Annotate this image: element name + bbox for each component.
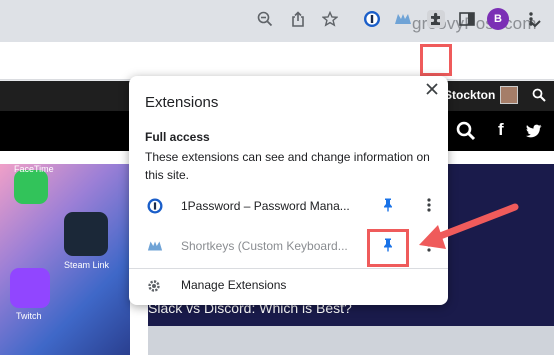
section-title: Full access (145, 130, 210, 144)
popup-title: Extensions (145, 94, 219, 111)
screenshot-frame: groovyPost.com B Stockton f FaceTime Ste… (0, 0, 554, 355)
facebook-icon[interactable]: f (498, 120, 504, 140)
bookmark-star-icon[interactable] (319, 8, 341, 30)
steam-link-label: Steam Link (64, 260, 110, 270)
site-top-search-icon[interactable] (532, 88, 546, 102)
1password-icon[interactable] (361, 8, 383, 30)
manage-extensions-row[interactable]: Manage Extensions (129, 273, 448, 301)
1password-icon (147, 198, 163, 214)
extensions-popup: Extensions Full access These extensions … (129, 76, 448, 305)
twitch-app-icon (10, 268, 50, 308)
popup-divider (129, 268, 448, 269)
annotation-arrow (419, 203, 519, 249)
more-menu-icon[interactable] (520, 8, 542, 30)
extensions-puzzle-icon[interactable] (425, 8, 447, 30)
browser-toolbar (0, 42, 554, 80)
article-thumbnail-phone[interactable]: FaceTime Steam Link Twitch (0, 164, 130, 355)
twitch-label: Twitch (16, 311, 42, 321)
shortkeys-icon[interactable] (392, 8, 414, 30)
close-icon[interactable] (425, 82, 439, 96)
search-icon[interactable] (456, 121, 476, 141)
facetime-label: FaceTime (14, 164, 54, 174)
share-icon[interactable] (287, 8, 309, 30)
extensions-button-highlight (420, 44, 452, 76)
pin-icon[interactable] (380, 197, 396, 213)
facetime-app-icon (14, 170, 48, 204)
twitter-icon[interactable] (526, 124, 542, 138)
extension-name[interactable]: Shortkeys (Custom Keyboard... (181, 239, 353, 253)
shortkeys-icon (147, 241, 163, 251)
browser-window: groovyPost.com B Stockton f FaceTime Ste… (0, 0, 554, 355)
side-panel-icon[interactable] (456, 8, 478, 30)
extension-row-1password[interactable]: 1Password – Password Mana... (129, 189, 448, 223)
article-image-strip (148, 326, 554, 355)
manage-extensions-label[interactable]: Manage Extensions (181, 278, 286, 292)
steam-link-app-icon (64, 212, 108, 256)
extension-name[interactable]: 1Password – Password Mana... (181, 199, 353, 213)
site-user-avatar[interactable] (500, 86, 518, 104)
gear-icon (148, 280, 160, 292)
site-user-name[interactable]: Stockton (444, 88, 495, 102)
profile-avatar[interactable]: B (487, 8, 509, 30)
zoom-icon[interactable] (254, 8, 276, 30)
pin-button-highlight (367, 229, 409, 267)
section-description: These extensions can see and change info… (145, 150, 430, 182)
